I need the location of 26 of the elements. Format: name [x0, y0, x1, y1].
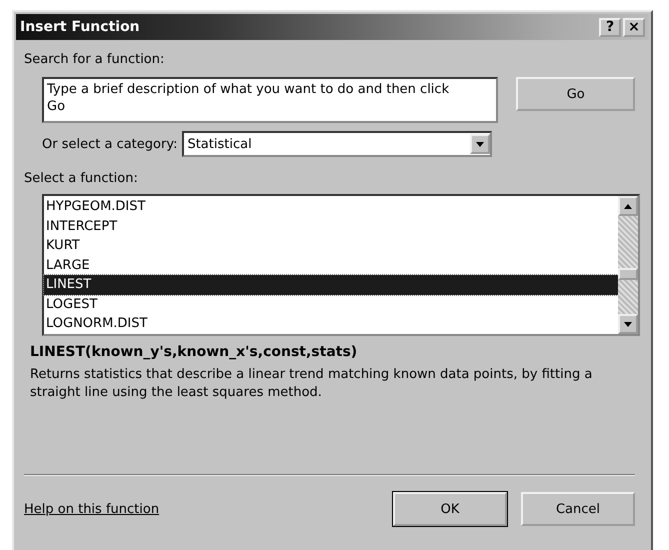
scroll-thumb[interactable] — [618, 268, 638, 280]
help-button[interactable]: ? — [599, 18, 621, 36]
function-item[interactable]: LARGE — [44, 256, 618, 275]
category-dropdown[interactable]: Statistical — [182, 131, 492, 157]
help-link[interactable]: Help on this function — [24, 502, 160, 516]
function-item[interactable]: LINEST — [44, 275, 618, 294]
function-description: Returns statistics that describe a linear trend matching known data points, by fitting a straight line using the least squares method. — [30, 366, 594, 402]
scrollbar[interactable] — [618, 196, 638, 334]
category-label: Or select a category: — [42, 136, 178, 152]
search-label: Search for a function: — [24, 52, 166, 67]
scroll-down-icon — [624, 322, 632, 326]
ok-button[interactable]: OK — [393, 492, 507, 526]
function-item[interactable]: HYPGEOM.DIST — [44, 197, 618, 216]
function-item[interactable]: INTERCEPT — [44, 216, 618, 236]
function-item[interactable]: LOGNORM.DIST — [44, 314, 618, 334]
function-item[interactable]: LOGEST — [44, 294, 618, 314]
go-button[interactable]: Go — [516, 77, 635, 111]
cancel-button[interactable]: Cancel — [521, 492, 635, 526]
dropdown-arrow-icon — [476, 142, 484, 146]
function-signature: LINEST(known_y's,known_x's,const,stats) — [30, 344, 358, 360]
search-field[interactable]: Type a brief description of what you want to do and then click Go — [42, 77, 498, 123]
scroll-up-icon — [624, 204, 632, 208]
window-title: Insert Function — [20, 19, 140, 35]
close-button[interactable]: × — [623, 18, 645, 36]
function-item[interactable]: KURT — [44, 236, 618, 256]
function-list-label: Select a function: — [24, 171, 139, 186]
